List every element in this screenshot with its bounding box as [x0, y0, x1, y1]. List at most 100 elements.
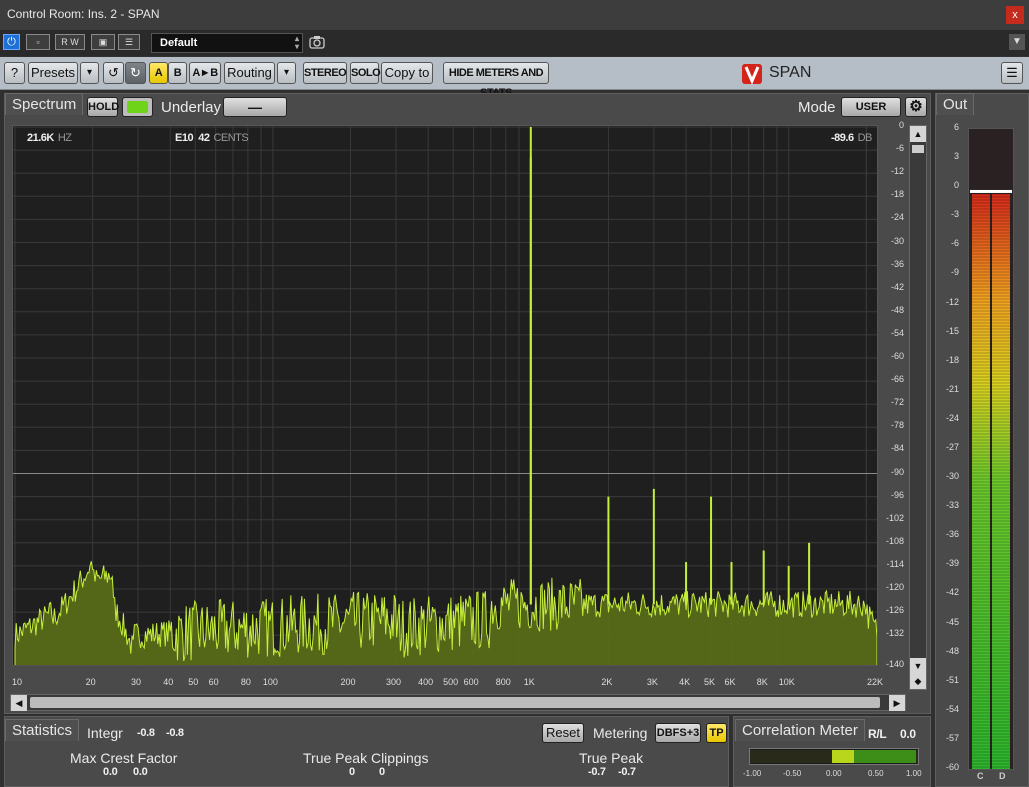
tab-out[interactable]: Out — [936, 93, 975, 115]
integr-right-value: -0.8 — [166, 727, 184, 739]
bypass-icon: ▫ — [36, 37, 40, 47]
meter-tick-label: -12 — [945, 296, 959, 307]
meter-peak-hold — [970, 189, 1012, 193]
underlay-select[interactable]: — — [223, 97, 287, 117]
stereo-button[interactable]: STEREO — [303, 62, 347, 84]
redo-icon[interactable]: ↻ — [125, 62, 146, 84]
corr-tick: 0.50 — [868, 769, 884, 778]
solo-button[interactable]: SOLO — [350, 62, 381, 84]
scroll-left-icon[interactable]: ◀ — [11, 695, 27, 711]
power-button[interactable]: ⏻ — [3, 34, 20, 50]
meter-tick-label: -18 — [945, 354, 959, 365]
scroll-reset-icon[interactable]: ◆ — [910, 673, 926, 689]
routing-button[interactable]: Routing — [224, 62, 275, 84]
mode-select[interactable]: USER — [841, 97, 901, 117]
hold-toggle[interactable] — [122, 97, 153, 117]
preset-arrows-icon[interactable]: ▴ ▾ — [295, 35, 299, 51]
vertical-scroll-thumb[interactable] — [912, 145, 924, 153]
db-tick-label: -24 — [890, 212, 904, 223]
corr-tick: -1.00 — [743, 769, 762, 778]
level-readout: -89.6 DB — [831, 132, 872, 144]
tab-correlation-meter[interactable]: Correlation Meter — [735, 719, 865, 741]
output-meter-graphic — [970, 189, 1012, 769]
meter-tick-label: 3 — [953, 151, 959, 162]
preset-a-button[interactable]: A — [149, 62, 168, 84]
db-tick-label: -102 — [885, 512, 904, 523]
corr-tick: -0.50 — [783, 769, 802, 778]
integr-left-value: -0.8 — [137, 727, 155, 739]
meter-tick-label: -30 — [945, 471, 959, 482]
freq-tick-label: 800 — [495, 677, 511, 687]
meter-tick-label: -33 — [945, 500, 959, 511]
meter-tick-label: -57 — [945, 732, 959, 743]
meter-tick-label: 0 — [953, 180, 959, 191]
true-peak-toggle[interactable]: TP — [706, 723, 727, 743]
freq-readout: 21.6K HZ — [27, 132, 72, 144]
freq-tick-label: 10 — [12, 677, 23, 687]
horizontal-scroll-thumb[interactable] — [30, 697, 880, 708]
list-button[interactable]: ☰ — [118, 34, 140, 50]
reset-button[interactable]: Reset — [542, 723, 584, 743]
presets-dropdown-icon[interactable]: ▾ — [80, 62, 99, 84]
db-tick-label: -140 — [885, 659, 904, 669]
db-tick-label: -120 — [885, 582, 904, 592]
compare-icon: ▣ — [98, 37, 108, 47]
spectrum-noise-floor — [14, 561, 877, 665]
window-title: Control Room: Ins. 2 - SPAN — [7, 7, 160, 21]
close-button[interactable]: x — [1006, 6, 1024, 24]
db-tick-label: -54 — [890, 327, 904, 338]
freq-tick-label: 8K — [756, 677, 768, 687]
window-title-bar: Control Room: Ins. 2 - SPAN x — [0, 0, 1029, 30]
meter-tick-label: 6 — [953, 122, 959, 132]
db-tick-label: -30 — [890, 235, 904, 246]
hide-meters-button[interactable]: HIDE METERS AND STATS — [443, 62, 549, 99]
metering-label: Metering — [593, 725, 648, 741]
true-peak-label: True Peak — [579, 750, 644, 766]
help-button[interactable]: ? — [4, 62, 25, 84]
tab-spectrum[interactable]: Spectrum — [5, 93, 84, 115]
max-crest-right: 0.0 — [133, 766, 148, 778]
bypass-button[interactable]: ▫ — [26, 34, 50, 50]
hamburger-icon[interactable]: ☰ — [1001, 62, 1023, 84]
freq-tick-label: 500 — [443, 677, 459, 687]
db-tick-label: -96 — [890, 489, 904, 500]
spectrum-plot[interactable]: 21.6K HZ E10 42 CENTS -89.6 DB — [12, 125, 878, 666]
tp-clippings-label: True Peak Clippings — [303, 750, 429, 766]
compare-button[interactable]: ▣ — [91, 34, 115, 50]
preset-b-button[interactable]: B — [168, 62, 187, 84]
freq-tick-label: 5K — [704, 677, 716, 687]
preset-select[interactable]: Default ▴ ▾ — [151, 33, 303, 53]
tp-clippings-left: 0 — [349, 766, 355, 778]
metering-select[interactable]: DBFS+3 — [655, 723, 701, 743]
freq-tick-label: 80 — [240, 677, 251, 687]
scroll-right-icon[interactable]: ▶ — [889, 695, 905, 711]
freq-tick-label: 100 — [262, 677, 278, 687]
span-plugin-window: Control Room: Ins. 2 - SPAN x ⏻ ▫ R W ▣ … — [0, 0, 1029, 787]
hold-button[interactable]: HOLD — [87, 97, 119, 117]
horizontal-scrollbar[interactable]: ◀ ▶ — [10, 694, 906, 711]
camera-icon[interactable] — [309, 35, 325, 49]
gear-icon[interactable]: ⚙ — [905, 97, 927, 117]
plugin-toolbar: ? Presets ▾ ↺ ↻ A B A►B Routing ▾ STEREO… — [0, 57, 1029, 99]
tab-statistics[interactable]: Statistics — [5, 719, 80, 741]
host-menu-arrow-icon[interactable]: ▼ — [1009, 34, 1025, 50]
meter-tick-label: -54 — [945, 703, 959, 714]
scroll-up-icon[interactable]: ▲ — [910, 126, 926, 142]
copy-to-button[interactable]: Copy to — [381, 62, 433, 84]
db-tick-label: -84 — [890, 443, 904, 454]
meter-tick-label: -3 — [950, 209, 959, 220]
routing-dropdown-icon[interactable]: ▾ — [277, 62, 296, 84]
freq-tick-label: 300 — [385, 677, 401, 687]
db-tick-label: -6 — [895, 143, 904, 154]
read-write-button[interactable]: R W — [55, 34, 85, 50]
tp-clippings-right: 0 — [379, 766, 385, 778]
freq-tick-label: 50 — [188, 677, 199, 687]
undo-icon[interactable]: ↺ — [103, 62, 124, 84]
meter-tick-label: -39 — [945, 558, 959, 569]
copy-a-to-b-button[interactable]: A►B — [189, 62, 221, 84]
presets-button[interactable]: Presets — [28, 62, 78, 84]
meter-tick-label: -42 — [945, 587, 959, 598]
scroll-down-icon[interactable]: ▼ — [910, 658, 926, 674]
vertical-scrollbar[interactable]: ▲ ▼ ◆ — [909, 125, 927, 690]
freq-tick-label: 2K — [601, 677, 613, 687]
